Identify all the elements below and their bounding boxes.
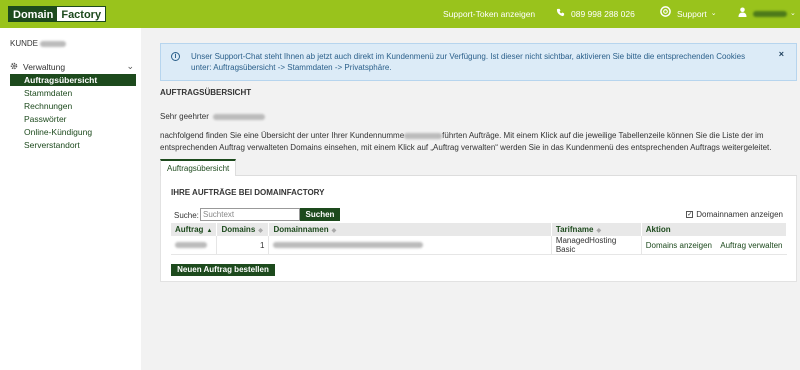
nav-section-verwaltung[interactable]: Verwaltung ⌄	[10, 61, 136, 73]
column-header-domainnamen[interactable]: Domainnamen ◆	[268, 223, 552, 236]
customer-number-redacted	[404, 132, 443, 139]
support-token-link[interactable]: Support-Token anzeigen	[443, 0, 535, 28]
tab-auftragsuebersicht[interactable]: Auftragsübersicht	[160, 159, 237, 176]
page-title: AUFTRAGSÜBERSICHT	[160, 88, 252, 97]
info-text: Unser Support-Chat steht Ihnen ab jetzt …	[191, 52, 746, 72]
info-banner: i Unser Support-Chat steht Ihnen ab jetz…	[160, 43, 797, 81]
nav-section-label: Verwaltung	[23, 62, 66, 72]
user-menu[interactable]: ⌄	[738, 0, 796, 28]
orders-panel: IHRE AUFTRÄGE BEI DOMAINFACTORY Suche: S…	[160, 176, 797, 282]
cell-domains: 1	[216, 236, 270, 255]
phone-number: 089 998 288 026	[571, 9, 635, 19]
cell-tarifname: ManagedHosting Basic	[551, 236, 642, 255]
panel-title: IHRE AUFTRÄGE BEI DOMAINFACTORY	[171, 188, 325, 197]
chevron-down-icon: ⌄	[710, 10, 717, 17]
sidebar: KUNDE Verwaltung ⌄ Auftragsübersicht Sta…	[0, 28, 141, 370]
sort-icon: ◆	[596, 228, 602, 234]
domains-anzeigen-link[interactable]: Domains anzeigen	[646, 241, 712, 250]
chevron-down-icon[interactable]: ⌄	[126, 61, 134, 72]
tab-bar: Auftragsübersicht	[160, 159, 797, 176]
sidebar-item-rechnungen[interactable]: Rechnungen	[24, 101, 72, 111]
auftrag-verwalten-link[interactable]: Auftrag verwalten	[720, 241, 782, 250]
sidebar-item-stammdaten[interactable]: Stammdaten	[24, 88, 72, 98]
order-id-redacted	[175, 241, 207, 248]
lifebuoy-icon	[660, 0, 671, 28]
column-header-auftrag[interactable]: Auftrag ▲	[171, 223, 218, 236]
greeting-text: Sehr geehrter	[160, 112, 209, 121]
orders-table: Auftrag ▲ Domains ◆ Domainnamen ◆ Tarifname…	[171, 223, 788, 255]
user-icon	[738, 0, 747, 28]
phone-item[interactable]: 089 998 288 026	[556, 0, 635, 28]
username-redacted	[753, 11, 787, 17]
intro-paragraph: nachfolgend finden Sie eine Übersicht de…	[160, 130, 790, 154]
sort-icon: ◆	[331, 228, 337, 234]
logo-part-domain: Domain	[9, 7, 58, 21]
sidebar-item-online-kuendigung[interactable]: Online-Kündigung	[24, 127, 92, 137]
close-icon[interactable]: ×	[779, 49, 784, 59]
chevron-down-icon: ⌄	[790, 10, 796, 17]
customer-label: KUNDE	[10, 39, 67, 48]
search-button[interactable]: Suchen	[300, 208, 340, 221]
sort-icon: ◆	[258, 228, 263, 234]
support-menu[interactable]: Support ⌄	[660, 0, 717, 28]
cell-domainnamen	[268, 236, 552, 255]
kunde-text: KUNDE	[10, 39, 39, 48]
new-order-button[interactable]: Neuen Auftrag bestellen	[171, 264, 275, 276]
logo-part-factory: Factory	[57, 7, 106, 21]
info-icon: i	[171, 52, 180, 61]
search-input[interactable]	[200, 208, 300, 221]
gear-icon	[10, 62, 18, 72]
checkbox-label: Domainnamen anzeigen	[696, 210, 783, 219]
table-header-row: Auftrag ▲ Domains ◆ Domainnamen ◆ Tarifname…	[171, 223, 788, 236]
search-label: Suche:	[174, 211, 199, 220]
sidebar-item-serverstandort[interactable]: Serverstandort	[24, 140, 80, 150]
column-header-domains[interactable]: Domains ◆	[216, 223, 270, 236]
column-header-tarifname[interactable]: Tarifname ◆	[551, 223, 642, 236]
phone-icon	[556, 0, 565, 28]
sidebar-item-passwoerter[interactable]: Passwörter	[24, 114, 67, 124]
show-domainnames-toggle[interactable]: ✓ Domainnamen anzeigen	[686, 210, 783, 219]
intro-text-part1: nachfolgend finden Sie eine Übersicht de…	[160, 131, 405, 140]
support-label: Support	[677, 9, 707, 19]
domain-names-redacted	[273, 241, 424, 248]
greeting: Sehr geehrter	[160, 112, 265, 121]
checkbox-checked[interactable]: ✓	[686, 211, 694, 218]
sidebar-item-auftragsuebersicht[interactable]: Auftragsübersicht	[10, 74, 136, 86]
table-row[interactable]: 1 ManagedHosting Basic Domains anzeigen …	[171, 236, 787, 255]
cell-aktion: Domains anzeigen Auftrag verwalten	[641, 236, 787, 255]
logo[interactable]: Domain Factory	[8, 6, 107, 22]
customer-name-redacted	[212, 113, 265, 120]
customer-number-redacted	[40, 40, 67, 47]
sort-asc-icon: ▲	[206, 228, 213, 234]
column-header-aktion: Aktion	[641, 223, 788, 236]
top-bar: Domain Factory Support-Token anzeigen 08…	[0, 0, 800, 28]
cell-auftrag	[171, 236, 218, 255]
